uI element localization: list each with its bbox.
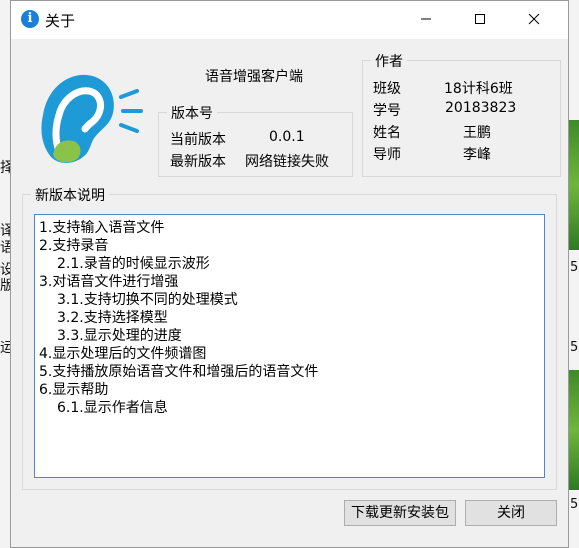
note-line: 3.对语音文件进行增强	[39, 274, 179, 290]
info-icon: i	[21, 10, 39, 28]
window-title: 关于	[45, 12, 76, 30]
note-line: 4.显示处理后的文件频谱图	[39, 346, 207, 362]
advisor-value: 李峰	[463, 147, 491, 163]
author-group: 作者 班级 18计科6班 学号 20183823 姓名 王鹏 导师 李峰	[362, 51, 561, 177]
version-group: 版本号 当前版本 0.0.1 最新版本 网络链接失败	[158, 103, 353, 177]
background-spectrogram	[569, 120, 579, 250]
note-line: 2.1.录音的时候显示波形	[57, 256, 210, 272]
student-id-label: 学号	[373, 103, 401, 119]
current-version-value: 0.0.1	[269, 129, 305, 145]
latest-version-label: 最新版本	[170, 154, 226, 170]
background-text: 5	[570, 497, 579, 512]
release-notes-title: 新版本说明	[31, 185, 109, 205]
student-id-value: 20183823	[445, 100, 517, 116]
note-line: 5.支持播放原始语音文件和增强后的语音文件	[39, 364, 319, 380]
latest-version-value: 网络链接失败	[245, 154, 329, 170]
note-line: 3.3.显示处理的进度	[57, 328, 182, 344]
maximize-icon	[475, 14, 485, 24]
minimize-button[interactable]	[403, 1, 449, 39]
ear-logo-icon	[41, 74, 143, 163]
note-line: 6.显示帮助	[39, 382, 109, 398]
close-button[interactable]: 关闭	[465, 500, 557, 526]
background-text: 5	[570, 340, 579, 355]
note-line: 6.1.显示作者信息	[57, 400, 168, 416]
name-value: 王鹏	[463, 125, 491, 141]
title-bar[interactable]: i 关于	[11, 1, 568, 39]
note-line: 1.支持输入语音文件	[39, 220, 165, 236]
window-close-button[interactable]	[511, 1, 557, 39]
close-icon	[528, 13, 540, 25]
current-version-label: 当前版本	[170, 132, 226, 148]
version-group-title: 版本号	[167, 103, 217, 123]
note-line: 3.2.支持选择模型	[57, 310, 168, 326]
maximize-button[interactable]	[457, 1, 503, 39]
name-label: 姓名	[373, 125, 401, 141]
background-spectrogram	[569, 370, 579, 490]
about-dialog: i 关于 语音增强客户端 版本号 当前版本 0.0.1 最新版本 网络链接失败 …	[10, 0, 569, 548]
advisor-label: 导师	[373, 147, 401, 163]
release-notes-textarea[interactable]: 1.支持输入语音文件 2.支持录音 2.1.录音的时候显示波形 3.对语音文件进…	[34, 214, 545, 478]
background-text: 5	[570, 260, 579, 275]
class-label: 班级	[373, 81, 401, 97]
class-value: 18计科6班	[444, 81, 513, 97]
download-update-button[interactable]: 下载更新安装包	[344, 500, 456, 526]
minimize-icon	[421, 18, 431, 20]
app-name: 语音增强客户端	[205, 69, 303, 85]
note-line: 3.1.支持切换不同的处理模式	[57, 292, 238, 308]
note-line: 2.支持录音	[39, 238, 109, 254]
author-group-title: 作者	[371, 51, 407, 71]
